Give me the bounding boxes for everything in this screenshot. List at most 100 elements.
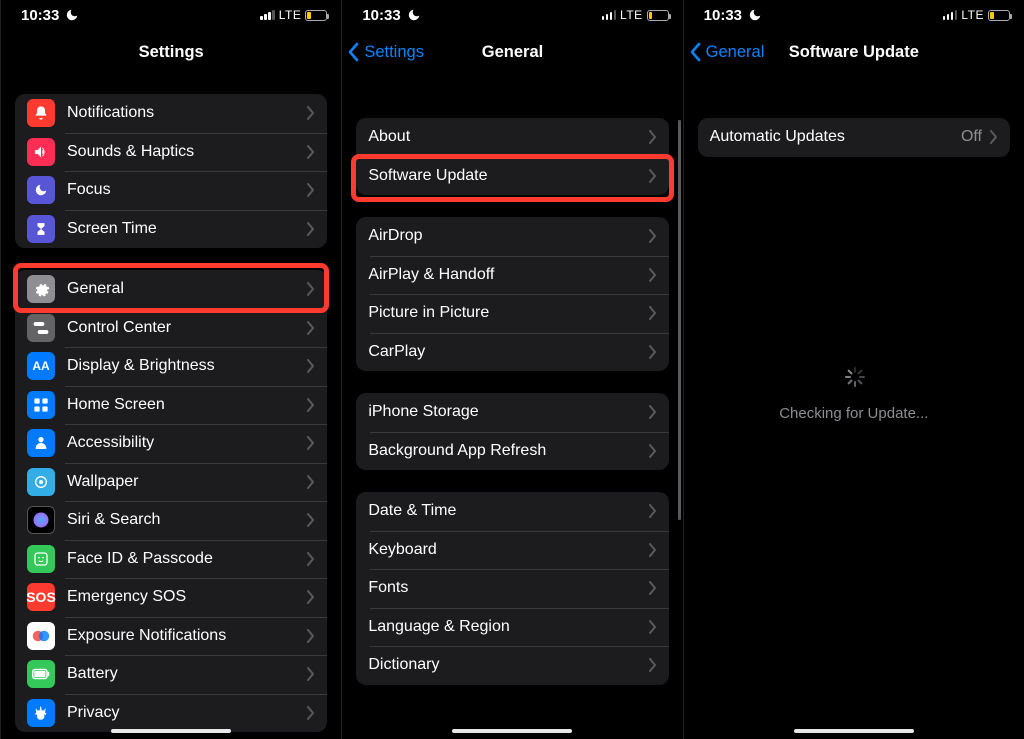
row-label: Fonts — [368, 579, 648, 597]
hourglass-icon — [27, 215, 55, 243]
row-label: About — [368, 128, 648, 146]
chevron-right-icon — [307, 667, 315, 681]
row-screen-time[interactable]: Screen Time — [15, 210, 327, 249]
row-airplay-handoff[interactable]: AirPlay & Handoff — [356, 256, 668, 295]
chevron-right-icon — [307, 629, 315, 643]
row-siri-search[interactable]: Siri & Search — [15, 501, 327, 540]
row-label: Accessibility — [67, 434, 307, 452]
row-label: General — [67, 280, 307, 298]
row-home-screen[interactable]: Home Screen — [15, 386, 327, 425]
battery-icon — [647, 10, 669, 21]
chevron-right-icon — [649, 504, 657, 518]
bell-icon — [27, 99, 55, 127]
back-button[interactable]: Settings — [348, 30, 424, 74]
row-wallpaper[interactable]: Wallpaper — [15, 463, 327, 502]
row-label: AirDrop — [368, 227, 648, 245]
row-iphone-storage[interactable]: iPhone Storage — [356, 393, 668, 432]
row-picture-in-picture[interactable]: Picture in Picture — [356, 294, 668, 333]
row-display-brightness[interactable]: AADisplay & Brightness — [15, 347, 327, 386]
row-label: Background App Refresh — [368, 442, 648, 460]
row-focus[interactable]: Focus — [15, 171, 327, 210]
chevron-right-icon — [307, 513, 315, 527]
sos-icon: SOS — [27, 583, 55, 611]
back-label: Settings — [364, 43, 424, 62]
battery-icon — [305, 10, 327, 21]
home-indicator[interactable] — [794, 729, 914, 733]
chevron-right-icon — [307, 706, 315, 720]
row-notifications[interactable]: Notifications — [15, 94, 327, 133]
row-about[interactable]: About — [356, 118, 668, 157]
row-label: Picture in Picture — [368, 304, 648, 322]
clock: 10:33 — [362, 7, 400, 24]
row-label: Notifications — [67, 104, 307, 122]
page-title: Software Update — [789, 43, 919, 62]
row-software-update[interactable]: Software Update — [356, 157, 668, 196]
hand-icon — [27, 699, 55, 727]
chevron-right-icon — [307, 106, 315, 120]
row-sounds-haptics[interactable]: Sounds & Haptics — [15, 133, 327, 172]
chevron-right-icon — [307, 282, 315, 296]
home-indicator[interactable] — [111, 729, 231, 733]
row-label: Siri & Search — [67, 511, 307, 529]
row-label: Home Screen — [67, 396, 307, 414]
row-face-id-passcode[interactable]: Face ID & Passcode — [15, 540, 327, 579]
row-keyboard[interactable]: Keyboard — [356, 531, 668, 570]
moon-icon — [65, 8, 79, 22]
row-value: Off — [961, 128, 982, 146]
row-language-region[interactable]: Language & Region — [356, 608, 668, 647]
back-button[interactable]: General — [690, 30, 765, 74]
chevron-right-icon — [649, 306, 657, 320]
network-label: LTE — [620, 8, 643, 22]
scroll-indicator[interactable] — [678, 120, 681, 520]
chevron-right-icon — [307, 222, 315, 236]
status-bar: 10:33 LTE — [684, 0, 1024, 30]
chevron-right-icon — [649, 444, 657, 458]
row-label: Focus — [67, 181, 307, 199]
row-label: Wallpaper — [67, 473, 307, 491]
chevron-right-icon — [649, 581, 657, 595]
row-privacy[interactable]: Privacy — [15, 694, 327, 733]
chevron-right-icon — [307, 552, 315, 566]
row-label: iPhone Storage — [368, 403, 648, 421]
row-label: Software Update — [368, 167, 648, 185]
page-title: Settings — [139, 43, 204, 62]
nav-bar: Settings — [1, 30, 341, 74]
row-battery[interactable]: Battery — [15, 655, 327, 694]
chevron-right-icon — [307, 436, 315, 450]
row-emergency-sos[interactable]: SOSEmergency SOS — [15, 578, 327, 617]
row-background-app-refresh[interactable]: Background App Refresh — [356, 432, 668, 471]
row-control-center[interactable]: Control Center — [15, 309, 327, 348]
row-automatic-updates[interactable]: Automatic Updates Off — [698, 118, 1010, 157]
siri-icon — [27, 506, 55, 534]
chevron-right-icon — [649, 345, 657, 359]
network-label: LTE — [279, 8, 302, 22]
chevron-right-icon — [307, 183, 315, 197]
clock: 10:33 — [21, 7, 59, 24]
back-label: General — [706, 43, 765, 62]
row-carplay[interactable]: CarPlay — [356, 333, 668, 372]
row-dictionary[interactable]: Dictionary — [356, 646, 668, 685]
row-label: Display & Brightness — [67, 357, 307, 375]
chevron-right-icon — [307, 145, 315, 159]
row-label: CarPlay — [368, 343, 648, 361]
chevron-right-icon — [649, 658, 657, 672]
row-fonts[interactable]: Fonts — [356, 569, 668, 608]
row-general[interactable]: General — [15, 270, 327, 309]
row-label: Date & Time — [368, 502, 648, 520]
row-label: Battery — [67, 665, 307, 683]
battery-icon — [27, 660, 55, 688]
row-label: Privacy — [67, 704, 307, 722]
row-airdrop[interactable]: AirDrop — [356, 217, 668, 256]
row-exposure-notifications[interactable]: Exposure Notifications — [15, 617, 327, 656]
row-label: Exposure Notifications — [67, 627, 307, 645]
row-label: Automatic Updates — [710, 128, 961, 146]
flower-icon — [27, 468, 55, 496]
signal-icon — [260, 10, 275, 20]
chevron-right-icon — [307, 475, 315, 489]
row-label: Screen Time — [67, 220, 307, 238]
battery-icon — [988, 10, 1010, 21]
row-accessibility[interactable]: Accessibility — [15, 424, 327, 463]
row-date-time[interactable]: Date & Time — [356, 492, 668, 531]
exposure-icon — [27, 622, 55, 650]
home-indicator[interactable] — [452, 729, 572, 733]
